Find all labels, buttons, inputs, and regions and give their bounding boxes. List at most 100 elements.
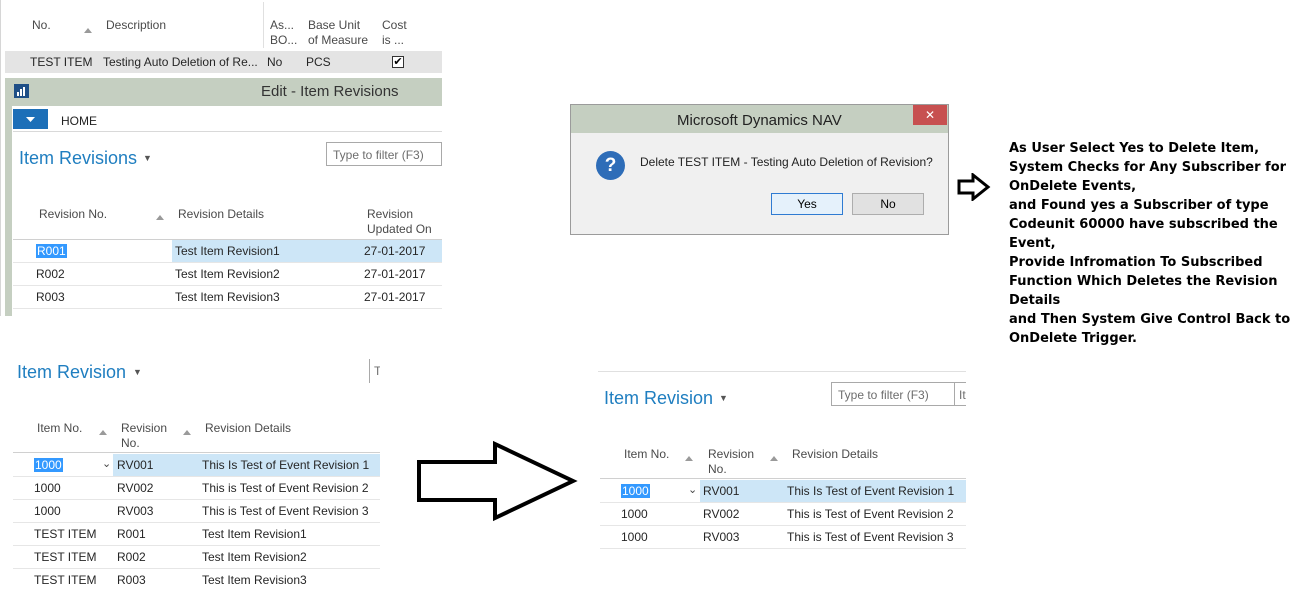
item-no-cell[interactable]: 1000 xyxy=(34,458,63,472)
ribbon-menu-button[interactable] xyxy=(13,109,48,129)
table-row[interactable]: 1000 RV003 This is Test of Event Revisio… xyxy=(600,526,966,548)
filter-input[interactable]: Type to filter (F3) xyxy=(326,142,442,166)
column-header-revision-details[interactable]: Revision Details xyxy=(205,421,291,436)
page-title-dropdown-icon[interactable]: ▼ xyxy=(719,393,728,403)
item-no-cell: 1000 xyxy=(621,507,648,521)
column-header-revision-no-line2: No. xyxy=(121,436,140,450)
revision-details-cell: Test Item Revision1 xyxy=(202,527,307,541)
column-header-item-no[interactable]: Item No. xyxy=(37,421,82,436)
column-header-item-no[interactable]: Item No. xyxy=(624,447,669,462)
column-header-revision-no[interactable]: Revision No. xyxy=(39,207,107,222)
revision-no-cell: RV002 xyxy=(117,481,154,495)
revision-details-cell: Test Item Revision2 xyxy=(202,550,307,564)
note-line: OnDelete Trigger. xyxy=(1009,331,1137,346)
sort-arrow-icon xyxy=(685,456,693,461)
column-header-revision-no-line1: Revision xyxy=(708,447,755,461)
sort-arrow-icon xyxy=(770,456,778,461)
note-line: Event, xyxy=(1009,236,1056,251)
column-header-revision-details[interactable]: Revision Details xyxy=(792,447,878,462)
column-header-revision-details[interactable]: Revision Details xyxy=(178,207,264,222)
page-title-item-revision[interactable]: Item Revision xyxy=(17,362,126,383)
table-row[interactable]: 1000 RV002 This is Test of Event Revisio… xyxy=(13,477,380,499)
edit-window-title: Edit - Item Revisions xyxy=(261,83,399,100)
item-no-cell[interactable]: 1000 xyxy=(621,484,650,498)
column-header-base-unit[interactable]: Base Unit of Measure xyxy=(308,18,368,48)
column-header-cost-line2: is ... xyxy=(382,33,405,47)
revision-details-cell: Test Item Revision2 xyxy=(175,267,280,281)
filter-input-stub[interactable]: T xyxy=(369,359,380,383)
chevron-down-icon[interactable]: ⌄ xyxy=(688,483,697,496)
item-list-panel: No. Description As... BO... Base Unit of… xyxy=(0,0,442,316)
column-header-cost[interactable]: Cost is ... xyxy=(382,18,407,48)
sort-arrow-icon xyxy=(84,28,92,33)
column-header-base-unit-line1: Base Unit xyxy=(308,18,361,32)
table-row[interactable]: TEST ITEM R002 Test Item Revision2 xyxy=(13,546,380,568)
app-icon xyxy=(14,84,29,98)
item-assembly-bom-cell: No xyxy=(267,55,283,69)
item-no-cell: 1000 xyxy=(34,481,61,495)
note-line: System Checks for Any Subscriber for xyxy=(1009,160,1287,175)
table-row[interactable]: 1000 RV003 This is Test of Event Revisio… xyxy=(13,500,380,522)
column-header-no[interactable]: No. xyxy=(32,18,51,33)
table-row[interactable]: TEST ITEM R003 Test Item Revision3 xyxy=(13,569,380,591)
revision-no-cell: RV002 xyxy=(703,507,740,521)
column-header-assembly-bom-line2: BO... xyxy=(270,33,298,47)
table-row[interactable]: 1000 ⌄ RV001 This Is Test of Event Revis… xyxy=(600,480,966,502)
note-line: Provide Infromation To Subscribed xyxy=(1009,255,1263,270)
revision-details-cell: Test Item Revision3 xyxy=(175,290,280,304)
page-title-item-revisions[interactable]: Item Revisions xyxy=(19,148,137,169)
filter-field-selector[interactable]: It xyxy=(954,382,966,406)
revision-details-cell: This Is Test of Event Revision 1 xyxy=(787,484,955,498)
page-title-dropdown-icon[interactable]: ▼ xyxy=(133,367,142,377)
column-header-assembly-bom-line1: As... xyxy=(270,18,295,32)
table-row[interactable]: R001 Test Item Revision1 27-01-2017 xyxy=(13,240,442,262)
chevron-down-icon[interactable]: ⌄ xyxy=(102,457,111,470)
item-base-unit-cell: PCS xyxy=(306,55,331,69)
close-icon: ✕ xyxy=(924,108,936,122)
big-arrow-right-icon xyxy=(415,440,580,525)
revision-no-cell: R001 xyxy=(117,527,146,541)
question-icon: ? xyxy=(596,151,625,180)
table-row[interactable]: R002 Test Item Revision2 27-01-2017 xyxy=(13,263,442,285)
revision-details-cell: This Is Test of Event Revision 1 xyxy=(202,458,370,472)
note-line: As User Select Yes to Delete Item, xyxy=(1009,141,1260,156)
updated-on-cell: 27-01-2017 xyxy=(364,267,426,281)
note-line: OnDelete Events, xyxy=(1009,179,1137,194)
sort-arrow-icon xyxy=(183,430,191,435)
item-no-cell: TEST ITEM xyxy=(34,527,97,541)
note-line: Codeunit 60000 have subscribed the xyxy=(1009,217,1278,232)
note-line: Function Which Deletes the Revision xyxy=(1009,274,1278,289)
item-no-cell: TEST ITEM xyxy=(30,55,93,69)
page-title-item-revision[interactable]: Item Revision xyxy=(604,388,713,409)
cost-checkbox[interactable]: ✔ xyxy=(392,56,404,68)
column-header-revision-no[interactable]: Revision No. xyxy=(121,421,167,451)
column-header-revision-no-line1: Revision xyxy=(121,421,168,435)
item-revision-after-panel: Item Revision ▼ Type to filter (F3) It I… xyxy=(598,370,966,555)
revision-no-cell: R002 xyxy=(117,550,146,564)
dialog-title: Microsoft Dynamics NAV xyxy=(677,112,842,129)
table-row[interactable]: 1000 RV002 This is Test of Event Revisio… xyxy=(600,503,966,525)
table-row[interactable]: TEST ITEM R001 Test Item Revision1 xyxy=(13,523,380,545)
revision-no-cell: RV001 xyxy=(703,484,740,498)
updated-on-cell: 27-01-2017 xyxy=(364,244,426,258)
column-header-assembly-bom[interactable]: As... BO... xyxy=(270,18,297,48)
column-header-revision-no[interactable]: Revision No. xyxy=(708,447,754,477)
close-button[interactable]: ✕ xyxy=(913,105,947,125)
column-header-updated-on[interactable]: Revision Updated On xyxy=(367,207,432,237)
revision-details-cell: This is Test of Event Revision 3 xyxy=(202,504,369,518)
tab-home[interactable]: HOME xyxy=(61,114,97,128)
table-row[interactable]: R003 Test Item Revision3 27-01-2017 xyxy=(13,286,442,308)
column-header-description[interactable]: Description xyxy=(106,18,166,33)
filter-input[interactable]: Type to filter (F3) xyxy=(831,382,955,406)
page-title-dropdown-icon[interactable]: ▼ xyxy=(143,153,152,163)
table-row[interactable]: 1000 ⌄ RV001 This Is Test of Event Revis… xyxy=(13,454,380,476)
column-header-revision-no-line2: No. xyxy=(708,462,727,476)
item-no-cell: 1000 xyxy=(34,504,61,518)
note-line: and Found yes a Subscriber of type xyxy=(1009,198,1269,213)
yes-button[interactable]: Yes xyxy=(771,193,843,215)
item-revision-before-panel: Item Revision ▼ T Item No. Revision No. … xyxy=(0,350,390,594)
no-button[interactable]: No xyxy=(852,193,924,215)
column-header-updated-on-line1: Revision xyxy=(367,207,414,221)
revision-no-cell[interactable]: R001 xyxy=(36,244,67,258)
arrow-right-icon xyxy=(957,171,991,204)
